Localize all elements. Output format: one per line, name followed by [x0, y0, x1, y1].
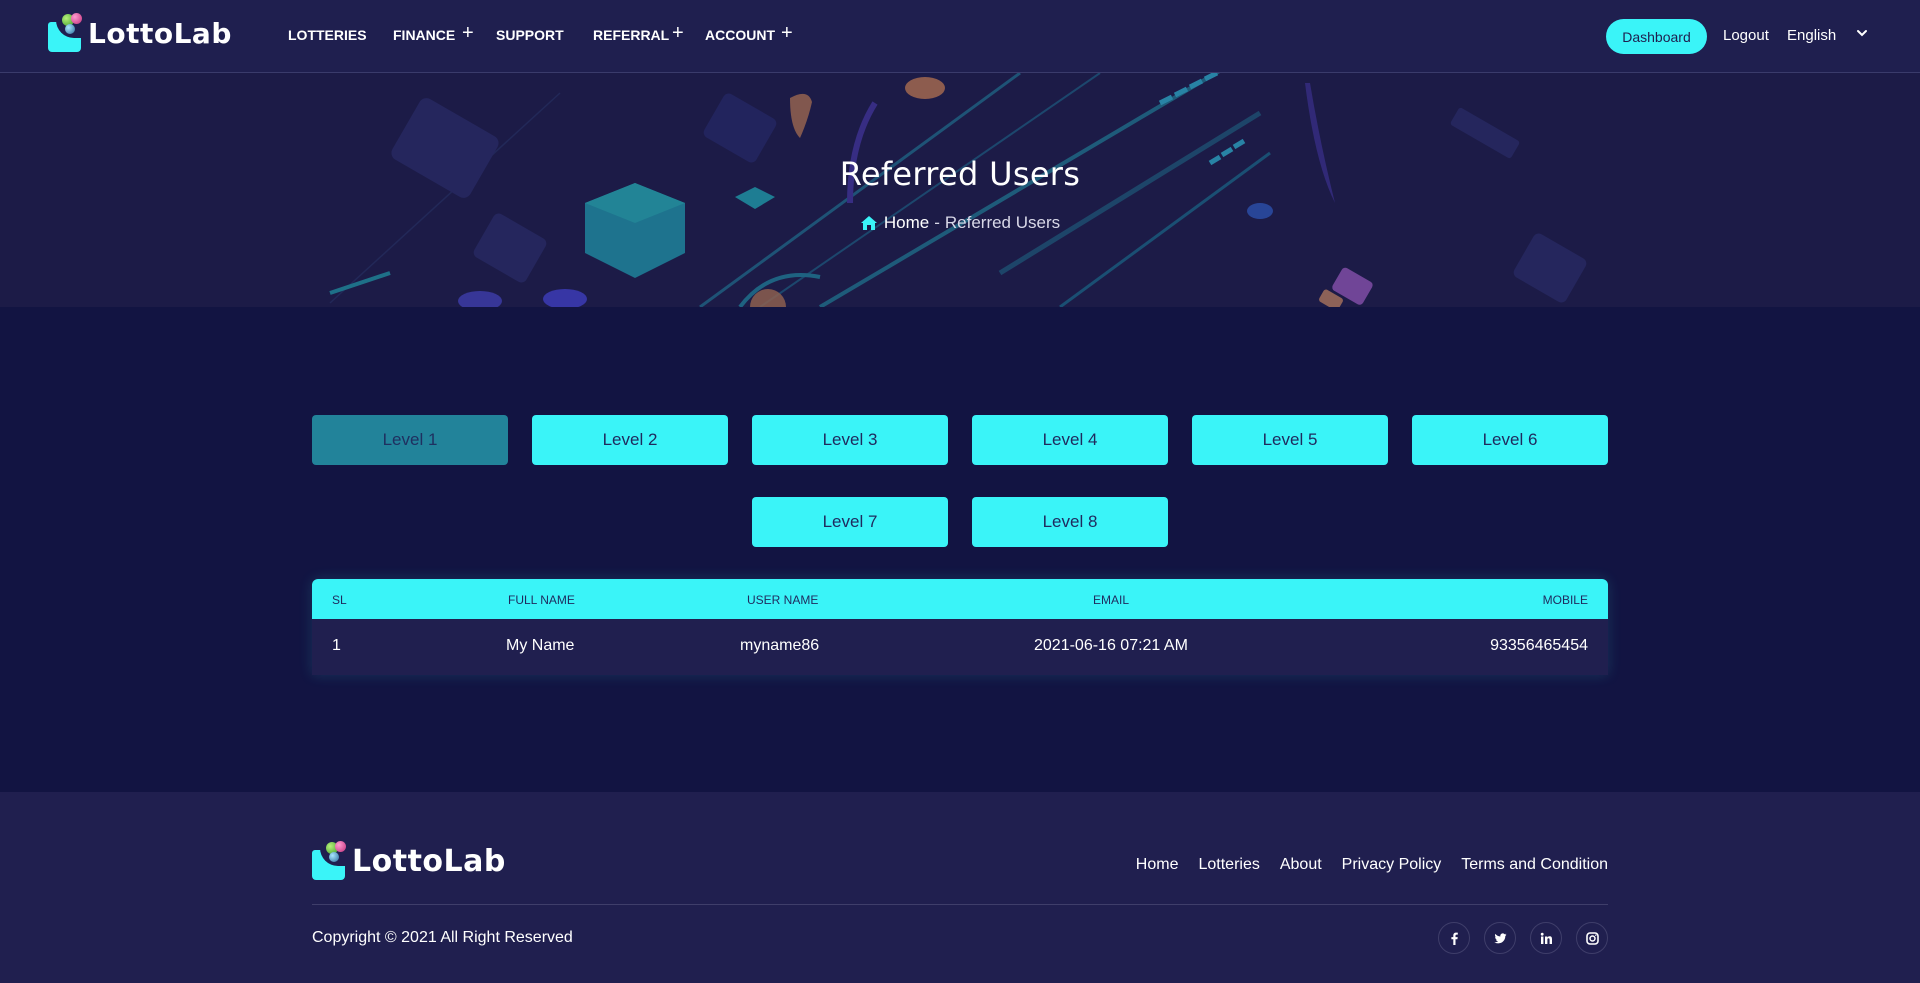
cell-user-name: myname86 — [740, 637, 820, 654]
footer-link-privacy-policy[interactable]: Privacy Policy — [1342, 856, 1442, 874]
copyright-text: Copyright © 2021 All Right Reserved — [312, 929, 573, 946]
linkedin-link[interactable] — [1530, 922, 1562, 954]
level-7-tab[interactable]: Level 7 — [752, 497, 948, 547]
nav-lotteries[interactable]: Lotteries — [288, 27, 367, 43]
instagram-icon — [1585, 931, 1599, 945]
cell-full-name: My Name — [506, 637, 575, 654]
breadcrumb-separator: - — [934, 213, 940, 232]
chevron-down-icon[interactable] — [1855, 26, 1869, 40]
lottery-balls-logo-icon — [312, 841, 350, 880]
footer-divider — [312, 904, 1608, 905]
facebook-link[interactable] — [1438, 922, 1470, 954]
table-row: 1 My Name myname86 2021-06-16 07:21 AM 9… — [312, 619, 1608, 675]
breadcrumb-home-link[interactable]: Home — [884, 213, 929, 233]
cell-sl: 1 — [332, 637, 341, 654]
lottery-balls-logo-icon — [48, 13, 86, 52]
level-5-tab[interactable]: Level 5 — [1192, 415, 1388, 465]
account-expand-plus-icon[interactable]: + — [781, 22, 793, 45]
column-header-email: Email — [1093, 593, 1130, 607]
site-header: LottoLab Lotteries Finance + Support Ref… — [0, 0, 1920, 73]
level-2-tab[interactable]: Level 2 — [532, 415, 728, 465]
column-header-full-name: Full Name — [508, 593, 575, 607]
nav-support[interactable]: Support — [496, 27, 564, 43]
social-links — [1438, 922, 1608, 954]
facebook-icon — [1450, 932, 1458, 945]
referred-users-table: SL Full Name User Name Email Mobile 1 My… — [312, 579, 1608, 675]
brand-logo[interactable]: LottoLab — [48, 13, 232, 52]
logout-link[interactable]: Logout — [1723, 27, 1769, 44]
footer-link-terms[interactable]: Terms and Condition — [1461, 856, 1608, 874]
brand-name: LottoLab — [352, 843, 506, 879]
brand-name: LottoLab — [88, 16, 232, 50]
footer-links: Home Lotteries About Privacy Policy Term… — [1136, 856, 1608, 874]
footer-brand-logo[interactable]: LottoLab — [312, 841, 506, 880]
site-footer: LottoLab Home Lotteries About Privacy Po… — [0, 792, 1920, 983]
level-3-tab[interactable]: Level 3 — [752, 415, 948, 465]
twitter-link[interactable] — [1484, 922, 1516, 954]
breadcrumb-current: Referred Users — [944, 213, 1061, 232]
dashboard-button[interactable]: Dashboard — [1606, 19, 1707, 54]
instagram-link[interactable] — [1576, 922, 1608, 954]
footer-link-home[interactable]: Home — [1136, 856, 1179, 874]
page-banner: Referred Users Home - Referred Users — [0, 73, 1920, 307]
level-8-tab[interactable]: Level 8 — [972, 497, 1168, 547]
table-header: SL Full Name User Name Email Mobile — [312, 579, 1608, 619]
nav-finance[interactable]: Finance — [393, 27, 455, 43]
level-6-tab[interactable]: Level 6 — [1412, 415, 1608, 465]
twitter-icon — [1493, 932, 1506, 943]
nav-account[interactable]: Account — [705, 27, 775, 43]
home-icon — [860, 216, 877, 230]
level-1-tab[interactable]: Level 1 — [312, 415, 508, 465]
level-4-tab[interactable]: Level 4 — [972, 415, 1168, 465]
page-title: Referred Users — [839, 155, 1081, 193]
finance-expand-plus-icon[interactable]: + — [462, 22, 474, 45]
footer-link-about[interactable]: About — [1280, 856, 1322, 874]
footer-link-lotteries[interactable]: Lotteries — [1198, 856, 1259, 874]
column-header-mobile: Mobile — [1542, 593, 1588, 607]
language-select[interactable]: English — [1787, 27, 1836, 44]
nav-referral[interactable]: Referral — [593, 27, 669, 43]
linkedin-icon — [1540, 932, 1552, 944]
column-header-sl: SL — [332, 593, 347, 607]
breadcrumb: Home - Referred Users — [0, 213, 1920, 233]
referral-expand-plus-icon[interactable]: + — [672, 22, 684, 45]
column-header-user-name: User Name — [747, 593, 819, 607]
cell-email: 2021-06-16 07:21 AM — [1034, 637, 1188, 654]
cell-mobile: 93356465454 — [1490, 637, 1588, 654]
